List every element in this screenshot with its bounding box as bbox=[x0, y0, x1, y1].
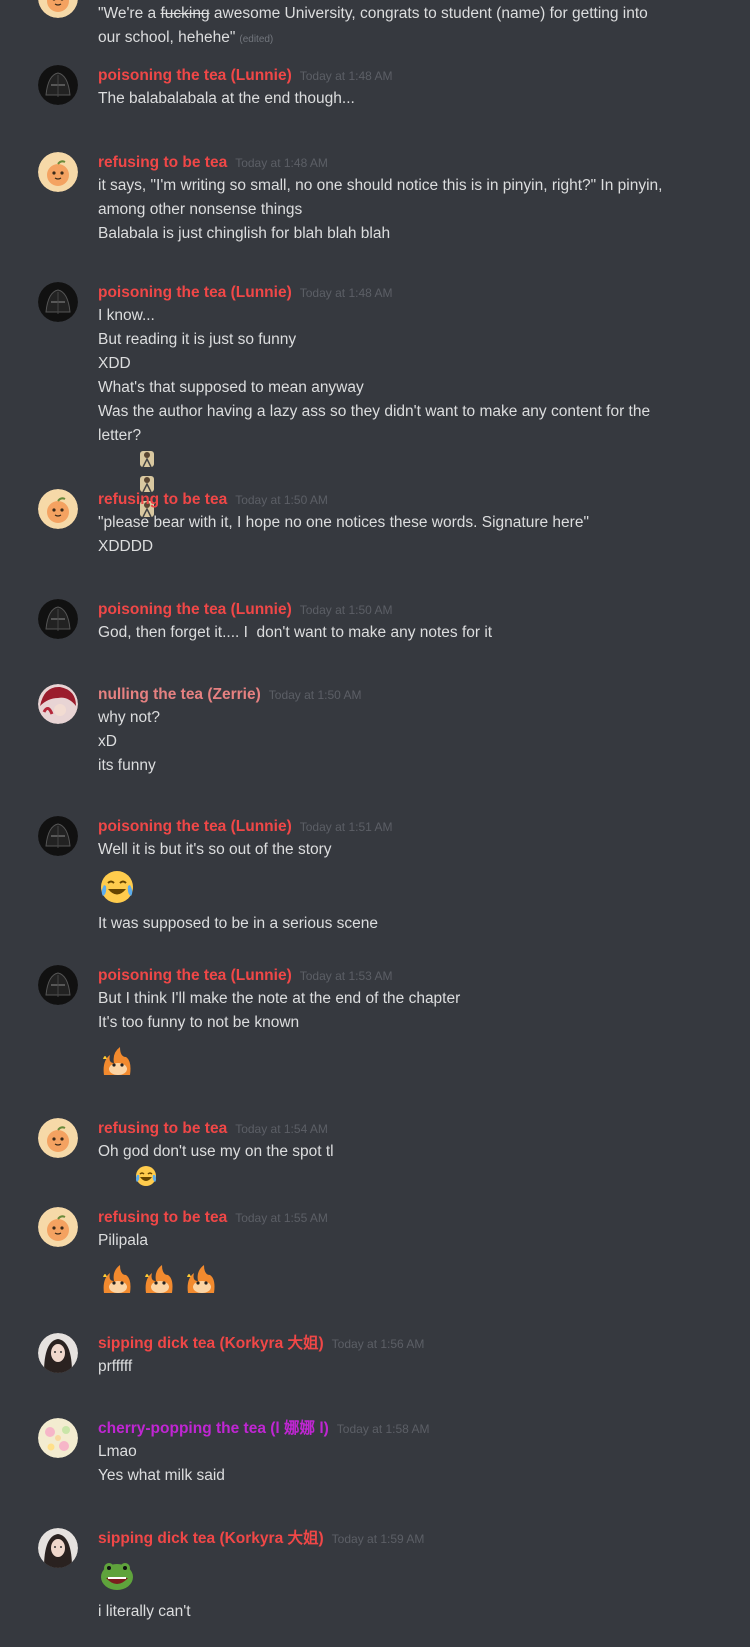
dark-helmet-icon bbox=[38, 965, 78, 1005]
avatar-lunnie[interactable] bbox=[38, 65, 78, 105]
message-text: "please bear with it, I hope no one noti… bbox=[98, 514, 589, 531]
avatar-lunnie[interactable] bbox=[38, 816, 78, 856]
message-text: among other nonsense things bbox=[98, 201, 303, 218]
flower-icon bbox=[38, 1418, 78, 1458]
message-text: Lmao bbox=[98, 1443, 137, 1460]
message-text: What's that supposed to mean anyway bbox=[98, 379, 364, 396]
avatar-refusing[interactable] bbox=[38, 1207, 78, 1247]
peach-bun-icon bbox=[38, 489, 78, 529]
dark-helmet-icon bbox=[38, 599, 78, 639]
message-text: The balabalabala at the end though... bbox=[98, 90, 355, 107]
author-name[interactable]: nulling the tea (Zerrie) bbox=[98, 686, 261, 703]
author-name[interactable]: poisoning the tea (Lunnie) bbox=[98, 284, 292, 301]
author-name[interactable]: poisoning the tea (Lunnie) bbox=[98, 967, 292, 984]
avatar-refusing[interactable] bbox=[38, 489, 78, 529]
red-hair-icon bbox=[38, 684, 78, 724]
timestamp: Today at 1:50 AM bbox=[235, 493, 328, 507]
chat-messages: "We're a fucking awesome University, con… bbox=[0, 0, 750, 1647]
message-text: Yes what milk said bbox=[98, 1467, 225, 1484]
message-text: I know... bbox=[98, 307, 155, 324]
message-text: God, then forget it.... I don't want to … bbox=[98, 624, 493, 641]
avatar-lunnie[interactable] bbox=[38, 965, 78, 1005]
dark-helmet-icon bbox=[38, 65, 78, 105]
message-header: poisoning the tea (Lunnie) Today at 1:48 … bbox=[98, 65, 730, 87]
avatar-korkyra[interactable] bbox=[38, 1333, 78, 1373]
avatar-refusing[interactable] bbox=[38, 0, 78, 18]
avatar-refusing[interactable] bbox=[38, 152, 78, 192]
author-name[interactable]: poisoning the tea (Lunnie) bbox=[98, 67, 292, 84]
emoji-row bbox=[98, 862, 730, 912]
message-text: But I think I'll make the note at the en… bbox=[98, 990, 461, 1007]
message-text: our school, hehehe" (edited) bbox=[98, 29, 274, 46]
avatar-cherry[interactable] bbox=[38, 1418, 78, 1458]
timestamp: Today at 1:51 AM bbox=[299, 820, 393, 834]
timestamp: Today at 1:48 AM bbox=[299, 286, 393, 300]
timestamp: Today at 1:53 AM bbox=[299, 969, 393, 983]
timestamp: Today at 1:54 AM bbox=[235, 1122, 328, 1136]
author-name[interactable]: poisoning the tea (Lunnie) bbox=[98, 818, 292, 835]
message-text: Well it is but it's so out of the story bbox=[98, 841, 332, 858]
message-text: XDDDD bbox=[98, 538, 154, 555]
timestamp: Today at 1:48 AM bbox=[235, 156, 328, 170]
message-text: prfffff bbox=[98, 1358, 133, 1375]
author-name[interactable]: refusing to be tea bbox=[98, 1209, 227, 1226]
timestamp: Today at 1:58 AM bbox=[336, 1422, 430, 1436]
author-name[interactable]: sipping dick tea (Korkyra 大姐) bbox=[98, 1335, 324, 1352]
message-text: Oh god don't use my on the spot tl bbox=[98, 1140, 730, 1214]
peach-bun-icon bbox=[38, 1207, 78, 1247]
fire-creature-emoji-icon[interactable] bbox=[98, 1259, 136, 1297]
timestamp: Today at 1:50 AM bbox=[299, 603, 393, 617]
timestamp: Today at 1:48 AM bbox=[299, 69, 393, 83]
emoji-row bbox=[98, 1253, 730, 1303]
peach-bun-icon bbox=[38, 0, 78, 18]
message-text: It was supposed to be in a serious scene bbox=[98, 915, 379, 932]
message-text: Was the author having a lazy ass so they… bbox=[98, 403, 651, 420]
message-text: XDD bbox=[98, 355, 131, 372]
fire-creature-emoji-icon[interactable] bbox=[98, 1041, 136, 1079]
laughing-frog-emoji-icon[interactable] bbox=[98, 1556, 136, 1594]
timestamp: Today at 1:59 AM bbox=[331, 1532, 425, 1546]
message-text: why not? bbox=[98, 709, 161, 726]
author-name[interactable]: refusing to be tea bbox=[98, 154, 227, 171]
message-text: But reading it is just so funny bbox=[98, 331, 297, 348]
peach-bun-icon bbox=[38, 152, 78, 192]
peach-bun-icon bbox=[38, 1118, 78, 1158]
author-name[interactable]: refusing to be tea bbox=[98, 1120, 227, 1137]
tears-of-joy-emoji-icon[interactable] bbox=[98, 868, 136, 906]
portrait-icon bbox=[38, 1333, 78, 1373]
timestamp: Today at 1:56 AM bbox=[331, 1337, 425, 1351]
emoji-row bbox=[98, 1550, 730, 1600]
author-name[interactable]: poisoning the tea (Lunnie) bbox=[98, 601, 292, 618]
edited-label: (edited) bbox=[239, 34, 274, 45]
message-text: xD bbox=[98, 733, 117, 750]
timestamp: Today at 1:55 AM bbox=[235, 1211, 328, 1225]
author-name[interactable]: cherry-popping the tea (l 娜娜 l) bbox=[98, 1420, 329, 1437]
message-text: Balabala is just chinglish for blah blah… bbox=[98, 225, 391, 242]
avatar-refusing[interactable] bbox=[38, 1118, 78, 1158]
avatar-zerrie[interactable] bbox=[38, 684, 78, 724]
message-text: It's too funny to not be known bbox=[98, 1014, 300, 1031]
timestamp: Today at 1:50 AM bbox=[268, 688, 362, 702]
emoji-row bbox=[98, 1035, 730, 1085]
message-text: i literally can't bbox=[98, 1603, 191, 1620]
tears-of-joy-emoji-icon[interactable] bbox=[134, 1164, 158, 1188]
message-text: its funny bbox=[98, 757, 156, 774]
author-name[interactable]: sipping dick tea (Korkyra 大姐) bbox=[98, 1530, 324, 1547]
avatar-lunnie[interactable] bbox=[38, 282, 78, 322]
dark-helmet-icon bbox=[38, 282, 78, 322]
dark-helmet-icon bbox=[38, 816, 78, 856]
kneeling-figure-emoji-icon[interactable] bbox=[136, 448, 158, 470]
author-name[interactable]: refusing to be tea bbox=[98, 491, 227, 508]
message-text: Pilipala bbox=[98, 1232, 148, 1249]
avatar-lunnie[interactable] bbox=[38, 599, 78, 639]
strikethrough-text: fucking bbox=[160, 5, 210, 22]
avatar-korkyra[interactable] bbox=[38, 1528, 78, 1568]
fire-creature-emoji-icon[interactable] bbox=[182, 1259, 220, 1297]
fire-creature-emoji-icon[interactable] bbox=[140, 1259, 178, 1297]
portrait-icon bbox=[38, 1528, 78, 1568]
message-text: "We're a fucking awesome University, con… bbox=[98, 5, 648, 22]
message-text: it says, "I'm writing so small, no one s… bbox=[98, 177, 663, 194]
